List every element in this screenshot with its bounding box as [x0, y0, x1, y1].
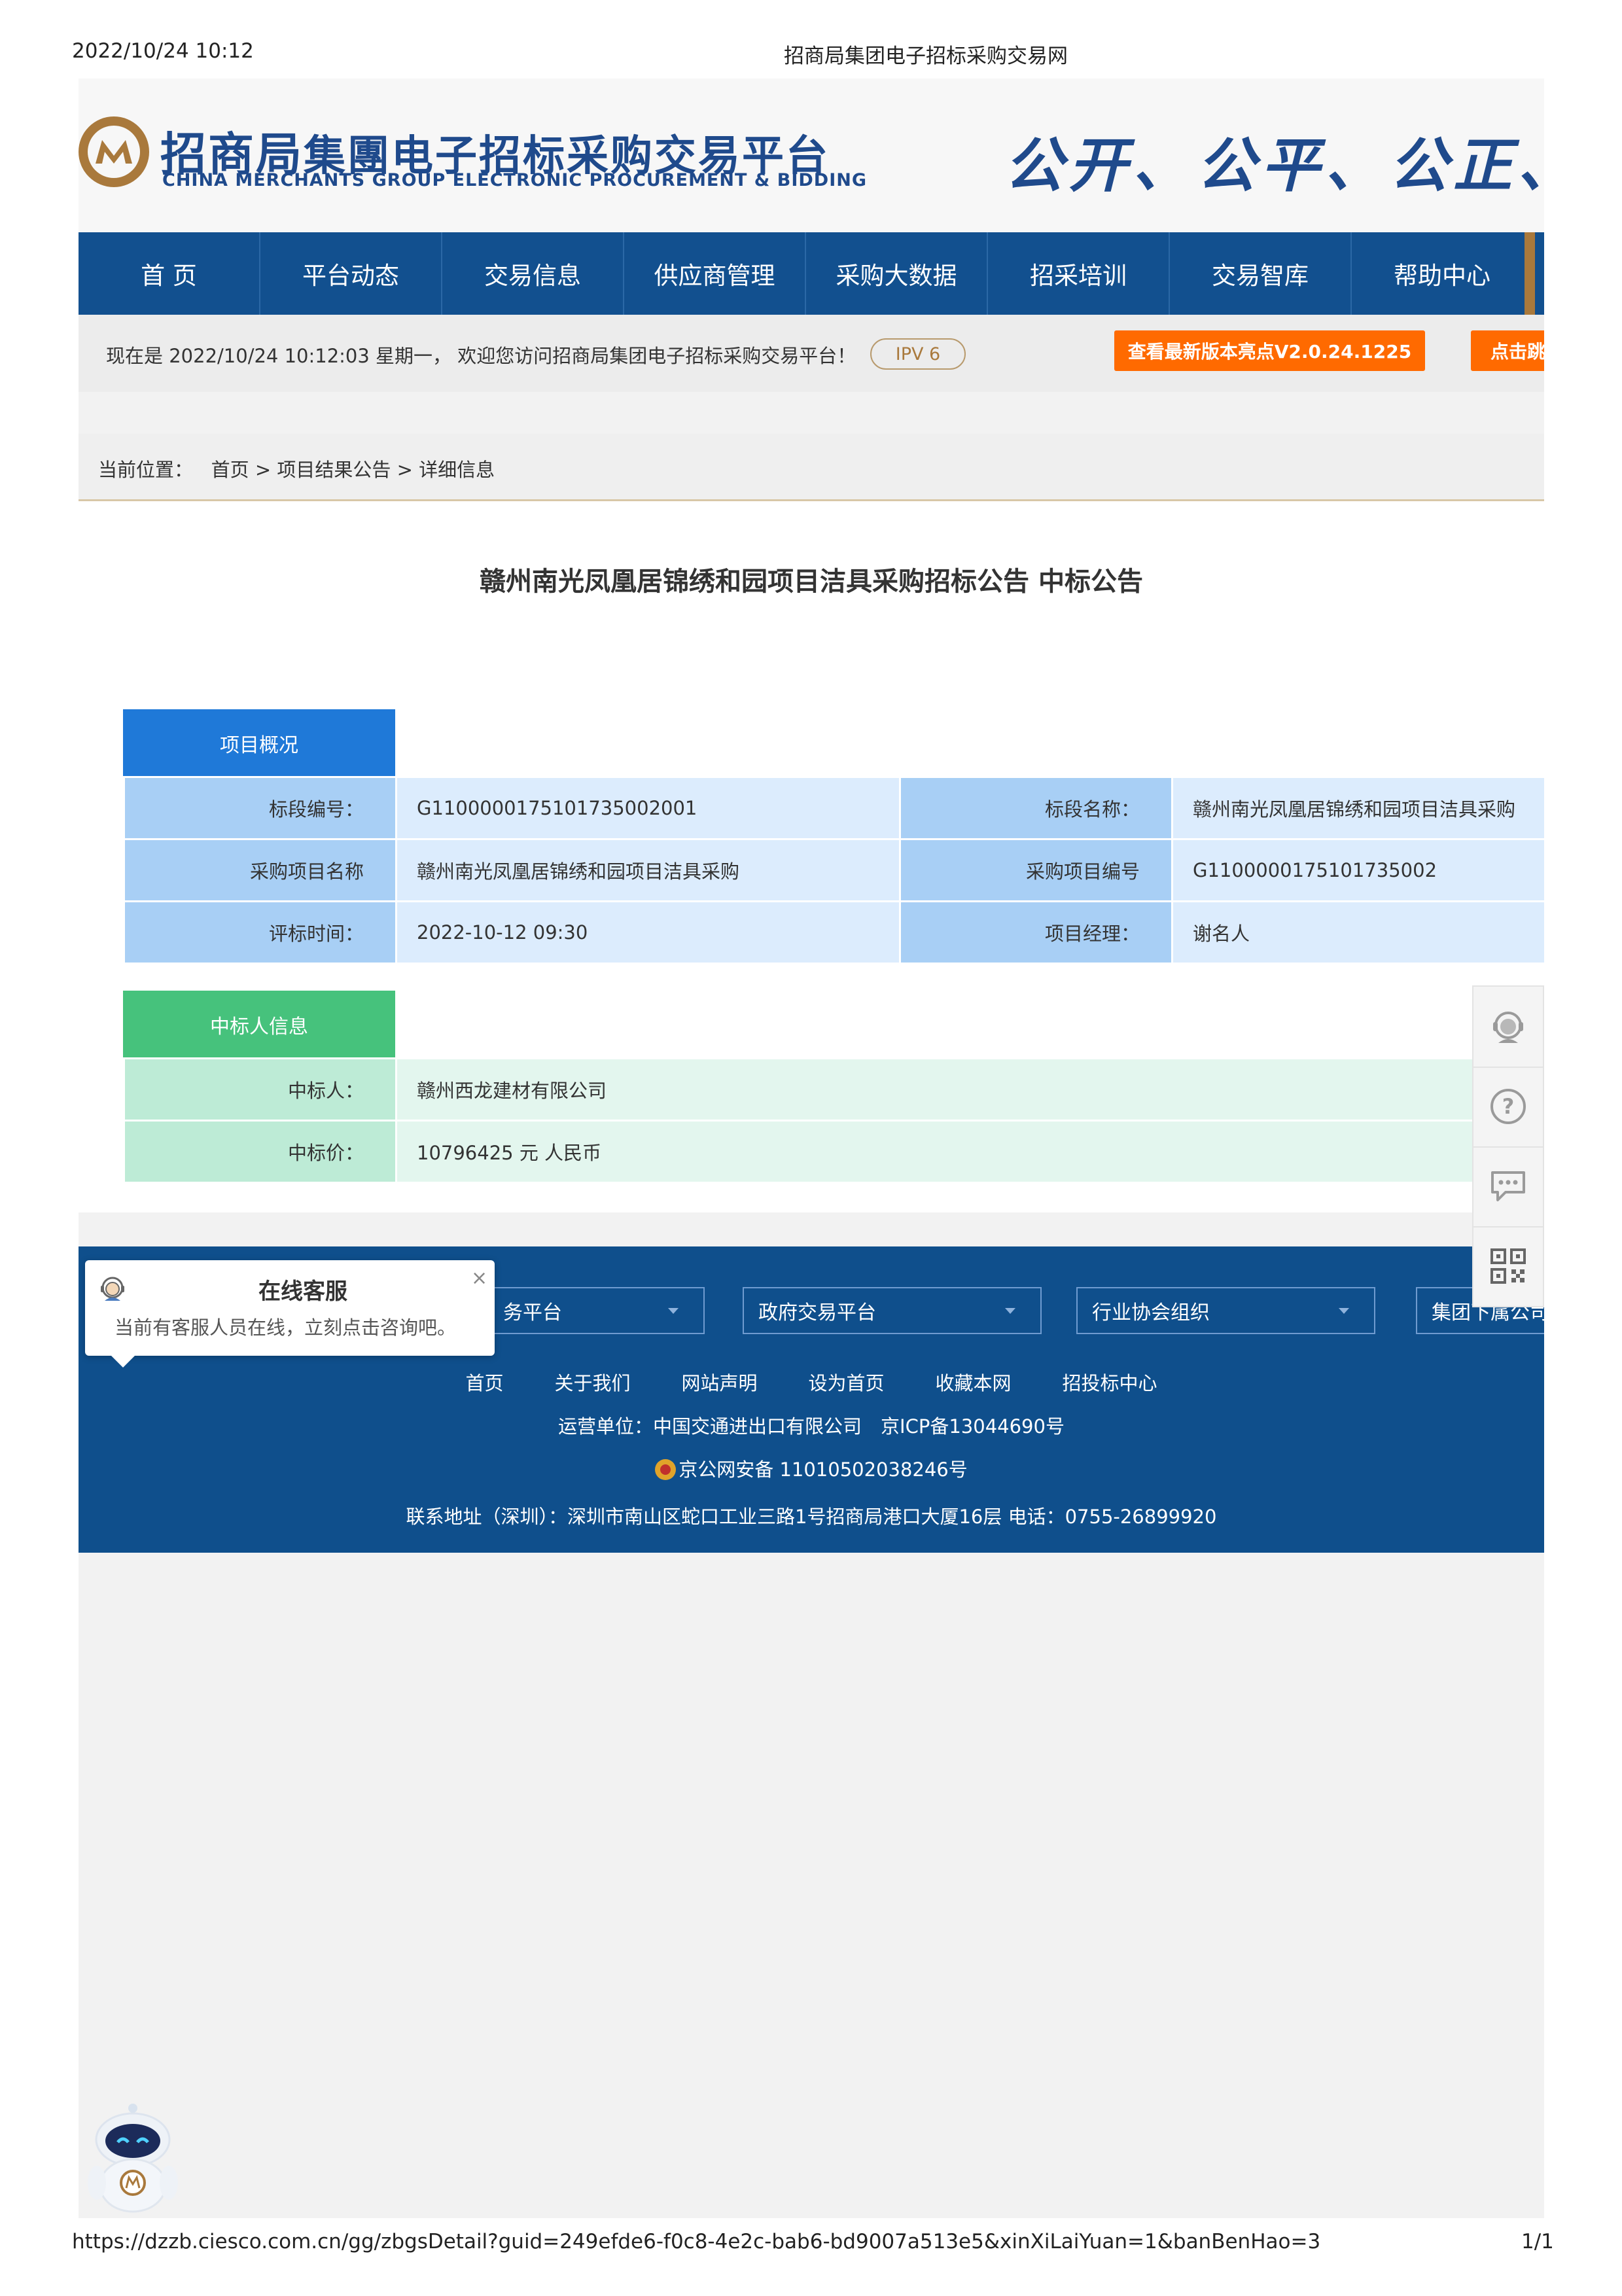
- print-url: https://dzzb.ciesco.com.cn/gg/zbgsDetail…: [72, 2230, 1321, 2253]
- cell-label: 评标时间：: [123, 900, 397, 964]
- version-highlights-button[interactable]: 查看最新版本亮点V2.0.24.1225: [1114, 330, 1425, 371]
- cell-value: 10796425 元 人民币: [395, 1120, 1479, 1184]
- cell-value: 2022-10-12 09:30: [395, 900, 901, 964]
- select-industry-association[interactable]: 行业协会组织: [1076, 1287, 1375, 1334]
- page-frame: 招商局集團电子招标采购交易平台 CHINA MERCHANTS GROUP EL…: [79, 79, 1544, 2218]
- qr-code-icon: [1490, 1248, 1526, 1284]
- footer-link-statement[interactable]: 网站声明: [681, 1368, 757, 1396]
- chevron-down-icon: [668, 1308, 679, 1314]
- nav-item-think-tank[interactable]: 交易智库: [1170, 232, 1352, 315]
- select-label: 政府交易平台: [758, 1301, 876, 1324]
- cell-label: 采购项目名称: [123, 838, 397, 902]
- qr-code-button[interactable]: [1473, 1226, 1543, 1306]
- footer-link-home[interactable]: 首页: [465, 1368, 503, 1396]
- site-header: 招商局集團电子招标采购交易平台 CHINA MERCHANTS GROUP EL…: [79, 79, 1544, 232]
- popup-message: 当前有客服人员在线，立刻点击咨询吧。: [115, 1316, 457, 1339]
- side-toolbar: ?: [1472, 985, 1544, 1307]
- info-bar: 现在是 2022/10/24 10:12:03 星期一， 欢迎您访问招商局集团电…: [79, 315, 1544, 392]
- cell-label: 项目经理：: [899, 900, 1173, 964]
- logo-m-icon: [96, 140, 132, 164]
- winner-info-table: 中标人： 赣州西龙建材有限公司 中标价： 10796425 元 人民币: [123, 1057, 1479, 1184]
- select-government-platform[interactable]: 政府交易平台: [743, 1287, 1042, 1334]
- police-badge-icon: [655, 1459, 677, 1480]
- cell-value: 赣州南光凤凰居锦绣和园项目洁具采购: [1171, 776, 1544, 840]
- chevron-down-icon: [1339, 1308, 1349, 1314]
- footer-link-bidding-center[interactable]: 招投标中心: [1063, 1368, 1157, 1396]
- nav-item-procurement-data[interactable]: 采购大数据: [806, 232, 988, 315]
- table-row: 中标人： 赣州西龙建材有限公司: [123, 1057, 1479, 1122]
- footer-link-about[interactable]: 关于我们: [554, 1368, 630, 1396]
- footer-police-record[interactable]: 京公网安备 11010502038246号: [79, 1455, 1544, 1482]
- print-page-title: 招商局集团电子招标采购交易网: [784, 44, 1068, 68]
- online-service-popup[interactable]: 在线客服 当前有客服人员在线，立刻点击咨询吧。 ×: [85, 1260, 495, 1368]
- breadcrumb: 当前位置： 首页 > 项目结果公告 > 详细信息: [79, 434, 1544, 501]
- notice-content: 赣州南光凤凰居锦绣和园项目洁具采购招标公告 中标公告 项目概况 标段编号： G1…: [79, 501, 1544, 1212]
- breadcrumb-label: 当前位置：: [98, 459, 194, 481]
- cell-label: 标段编号：: [123, 776, 397, 840]
- cell-label: 中标人：: [123, 1057, 397, 1122]
- headset-icon: [1493, 1012, 1523, 1043]
- footer-operator: 运营单位：中国交通进出口有限公司 京ICP备13044690号: [558, 1415, 1065, 1438]
- table-row: 采购项目名称 赣州南光凤凰居锦绣和园项目洁具采购 采购项目编号 G1100000…: [123, 838, 1544, 902]
- table-row: 中标价： 10796425 元 人民币: [123, 1120, 1479, 1184]
- cell-value: G1100000175101735002: [1171, 838, 1544, 902]
- logo-text-en: CHINA MERCHANTS GROUP ELECTRONIC PROCURE…: [162, 170, 867, 190]
- nav-accent: [1525, 232, 1535, 315]
- main-nav: 首 页 平台动态 交易信息 供应商管理 采购大数据 招采培训 交易智库 帮助中心: [79, 232, 1544, 315]
- cell-value: 谢名人: [1171, 900, 1544, 964]
- section-winner-info-header: 中标人信息: [123, 991, 395, 1059]
- footer-links: 首页 关于我们 网站声明 设为首页 收藏本网 招投标中心: [79, 1368, 1544, 1396]
- chat-bubble-icon: [1491, 1171, 1525, 1201]
- breadcrumb-text: 当前位置： 首页 > 项目结果公告 > 详细信息: [98, 455, 495, 482]
- nav-item-platform-news[interactable]: 平台动态: [260, 232, 442, 315]
- cell-label: 标段名称：: [899, 776, 1173, 840]
- ipv6-badge: IPV 6: [870, 338, 966, 370]
- nav-item-help-center[interactable]: 帮助中心: [1352, 232, 1534, 315]
- robot-assistant-icon[interactable]: [77, 2099, 188, 2214]
- customer-service-icon: [101, 1277, 124, 1301]
- cell-value: 赣州西龙建材有限公司: [395, 1057, 1479, 1122]
- message-button[interactable]: [1473, 1146, 1543, 1227]
- jump-button[interactable]: 点击跳: [1471, 330, 1544, 371]
- popup-title: 在线客服: [258, 1279, 347, 1305]
- print-datetime: 2022/10/24 10:12: [72, 39, 254, 63]
- table-row: 评标时间： 2022-10-12 09:30 项目经理： 谢名人: [123, 900, 1544, 964]
- slogan: 公开、公平、公正、诚: [1004, 131, 1544, 200]
- footer-link-set-homepage[interactable]: 设为首页: [809, 1368, 885, 1396]
- footer-address: 联系地址（深圳）：深圳市南山区蛇口工业三路1号招商局港口大厦16层 电话：075…: [406, 1506, 1217, 1528]
- cell-label: 中标价：: [123, 1120, 397, 1184]
- nav-item-training[interactable]: 招采培训: [988, 232, 1170, 315]
- footer-police-text: 京公网安备 11010502038246号: [679, 1458, 968, 1481]
- help-button[interactable]: ?: [1473, 1067, 1543, 1148]
- nav-item-trade-info[interactable]: 交易信息: [442, 232, 624, 315]
- section-project-overview-header: 项目概况: [123, 709, 395, 777]
- project-overview-table: 标段编号： G1100000175101735002001 标段名称： 赣州南光…: [123, 776, 1544, 964]
- nav-item-home[interactable]: 首 页: [79, 232, 260, 315]
- cell-label: 采购项目编号: [899, 838, 1173, 902]
- notice-title: 赣州南光凤凰居锦绣和园项目洁具采购招标公告 中标公告: [480, 567, 1143, 597]
- question-icon: ?: [1490, 1089, 1526, 1124]
- welcome-text: 现在是 2022/10/24 10:12:03 星期一， 欢迎您访问招商局集团电…: [106, 345, 856, 367]
- table-row: 标段编号： G1100000175101735002001 标段名称： 赣州南光…: [123, 776, 1544, 840]
- print-page-number: 1/1: [1521, 2230, 1554, 2253]
- chevron-down-icon: [1005, 1308, 1015, 1314]
- cell-value: G1100000175101735002001: [395, 776, 901, 840]
- logo-icon[interactable]: [79, 116, 149, 187]
- nav-item-supplier-management[interactable]: 供应商管理: [624, 232, 806, 315]
- customer-service-button[interactable]: [1473, 987, 1543, 1068]
- select-label: 务平台: [503, 1301, 562, 1324]
- close-icon[interactable]: ×: [471, 1267, 487, 1290]
- footer-link-bookmark[interactable]: 收藏本网: [936, 1368, 1012, 1396]
- breadcrumb-path[interactable]: 首页 > 项目结果公告 > 详细信息: [211, 459, 495, 481]
- cell-value: 赣州南光凤凰居锦绣和园项目洁具采购: [395, 838, 901, 902]
- select-label: 行业协会组织: [1092, 1301, 1210, 1324]
